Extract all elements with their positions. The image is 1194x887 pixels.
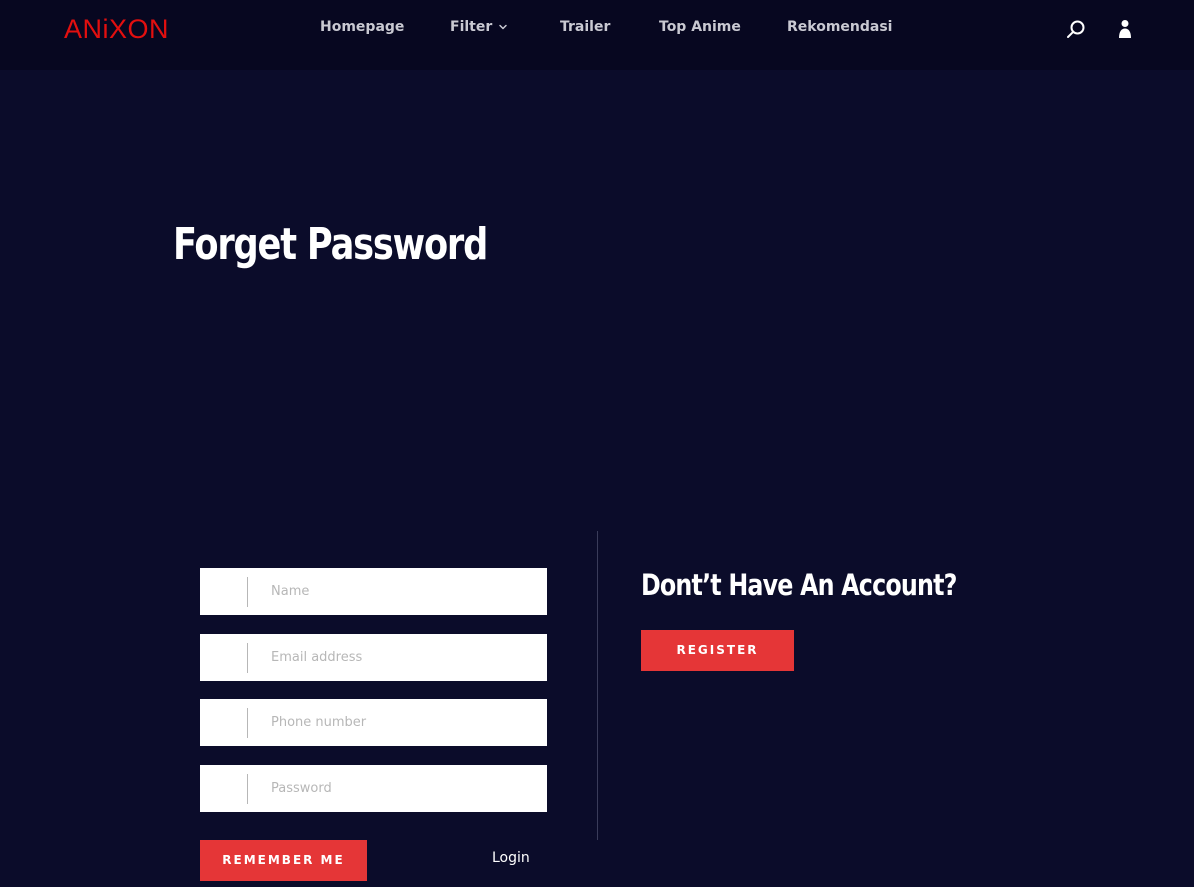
page-title: Forget Password bbox=[173, 219, 488, 270]
field-divider bbox=[247, 708, 248, 738]
phone-input[interactable] bbox=[271, 699, 531, 746]
name-field bbox=[200, 568, 547, 615]
field-divider bbox=[247, 774, 248, 804]
remember-me-button[interactable]: REMEMBER ME bbox=[200, 840, 367, 881]
nav-top-anime[interactable]: Top Anime bbox=[659, 19, 741, 35]
column-divider bbox=[597, 531, 598, 840]
nav-homepage[interactable]: Homepage bbox=[320, 19, 404, 35]
user-icon[interactable] bbox=[1114, 18, 1136, 40]
password-field bbox=[200, 765, 547, 812]
login-link[interactable]: Login bbox=[492, 850, 530, 866]
register-button[interactable]: REGISTER bbox=[641, 630, 794, 671]
name-input[interactable] bbox=[271, 568, 531, 615]
register-heading: Dont’t Have An Account? bbox=[641, 568, 957, 602]
chevron-down-icon bbox=[499, 24, 508, 30]
nav-filter[interactable]: Filter bbox=[450, 19, 508, 35]
site-logo[interactable]: ANiXON bbox=[64, 14, 169, 45]
email-input[interactable] bbox=[271, 634, 531, 681]
nav-rekomendasi[interactable]: Rekomendasi bbox=[787, 19, 892, 35]
search-icon[interactable] bbox=[1065, 18, 1087, 40]
field-divider bbox=[247, 643, 248, 673]
nav-trailer[interactable]: Trailer bbox=[560, 19, 610, 35]
field-divider bbox=[247, 577, 248, 607]
email-field bbox=[200, 634, 547, 681]
nav-filter-label: Filter bbox=[450, 19, 493, 35]
top-header: ANiXON Homepage Filter Trailer Top Anime… bbox=[0, 0, 1194, 70]
password-input[interactable] bbox=[271, 765, 531, 812]
phone-field bbox=[200, 699, 547, 746]
